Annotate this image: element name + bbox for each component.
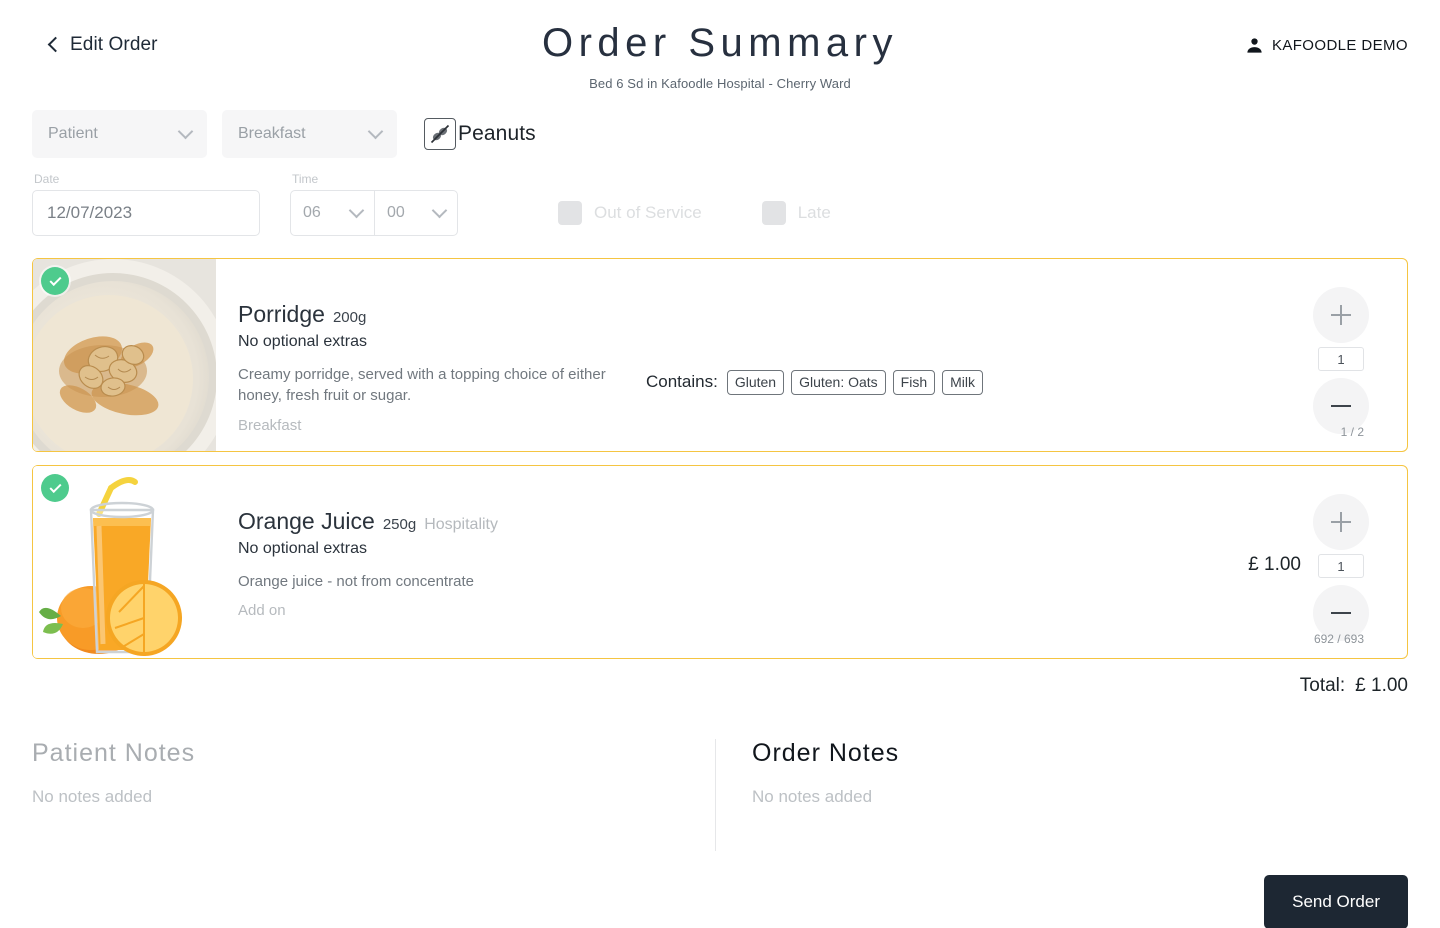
plus-icon [1331, 305, 1351, 325]
item-thumbnail [33, 466, 216, 658]
checkbox-icon [761, 201, 786, 225]
order-notes-empty: No notes added [752, 787, 873, 806]
time-field: Time 06 00 [290, 172, 458, 236]
meal-select-value: Breakfast [238, 125, 306, 142]
patient-notes-title: Patient Notes [32, 739, 196, 767]
time-minutes-select[interactable]: 00 [374, 190, 458, 236]
order-item-card[interactable]: Orange Juice 250g Hospitality No optiona… [32, 465, 1408, 659]
patient-notes-empty: No notes added [32, 787, 153, 806]
order-items-list: Porridge 200g No optional extras Creamy … [0, 258, 1440, 659]
item-tagword: Hospitality [424, 516, 498, 533]
item-description: Orange juice - not from concentrate [238, 573, 474, 590]
item-info: Orange Juice 250g Hospitality No optiona… [216, 466, 646, 658]
late-checkbox[interactable]: Late [761, 201, 831, 225]
title-block: Order Summary Bed 6 Sd in Kafoodle Hospi… [0, 0, 1440, 91]
item-info: Porridge 200g No optional extras Creamy … [216, 259, 646, 451]
item-stock-count: 1 / 2 [1340, 425, 1364, 439]
item-name: Orange Juice [238, 508, 375, 534]
user-account-label: KAFOODLE DEMO [1271, 37, 1408, 54]
out-of-service-label: Out of Service [594, 203, 702, 222]
quantity-input[interactable]: 1 [1318, 554, 1364, 578]
contains-label: Contains: [646, 372, 718, 391]
send-order-row: Send Order [0, 875, 1440, 928]
increase-quantity-button[interactable] [1313, 287, 1369, 343]
date-field-label: Date [34, 172, 60, 186]
item-quantity-controls: 1 1 / 2 [1192, 259, 1407, 451]
item-allergens: Contains: Gluten Gluten: Oats Fish Milk [646, 259, 1192, 451]
check-icon [48, 480, 62, 493]
time-field-label: Time [292, 172, 319, 186]
minus-icon [1331, 612, 1351, 614]
item-selected-check-icon[interactable] [41, 267, 69, 295]
item-thumbnail [33, 259, 216, 451]
item-selected-check-icon[interactable] [41, 474, 69, 502]
time-hours-value: 06 [303, 204, 321, 221]
notes-section: Patient Notes No notes added Order Notes… [0, 739, 1440, 851]
allergen-tag: Milk [942, 369, 984, 395]
item-name-row: Porridge 200g [238, 301, 646, 328]
date-input[interactable]: 12/07/2023 [32, 190, 260, 236]
item-name-row: Orange Juice 250g Hospitality [238, 508, 646, 535]
patient-select-value: Patient [48, 125, 98, 142]
person-icon [1245, 36, 1264, 55]
patient-notes-panel[interactable]: Patient Notes No notes added [32, 739, 715, 851]
item-extras: No optional extras [238, 540, 367, 557]
item-stock-count: 692 / 693 [1313, 632, 1364, 646]
minus-icon [1331, 405, 1351, 407]
order-notes-title: Order Notes [752, 739, 900, 767]
plus-icon [1331, 512, 1351, 532]
filter-row-top: Patient Breakfast Peanuts [32, 110, 1408, 158]
filter-bar: Patient Breakfast Peanuts Date 12/07/202… [0, 110, 1440, 236]
item-allergens [646, 466, 1192, 658]
item-category: Breakfast [238, 416, 302, 434]
user-account-button[interactable]: KAFOODLE DEMO [1245, 36, 1408, 55]
item-quantity-controls: 1 £ 1.00 692 / 693 [1192, 466, 1407, 658]
send-order-button[interactable]: Send Order [1264, 875, 1408, 928]
item-weight: 250g [382, 516, 417, 533]
meal-select[interactable]: Breakfast [222, 110, 397, 158]
filter-row-bottom: Date 12/07/2023 Time 06 00 Out of Servic… [32, 172, 1408, 236]
order-total: Total: £ 1.00 [0, 675, 1440, 697]
chevron-down-icon [348, 202, 365, 219]
item-category: Add on [238, 602, 286, 620]
page-title: Order Summary [542, 21, 898, 65]
page-header: Edit Order Order Summary Bed 6 Sd in Kaf… [0, 0, 1440, 110]
allergen-tag: Gluten: Oats [791, 369, 886, 395]
order-notes-panel[interactable]: Order Notes No notes added [715, 739, 1408, 851]
allergen-tag: Fish [892, 369, 936, 395]
allergen-indicator[interactable]: Peanuts [424, 118, 536, 150]
item-description: Creamy porridge, served with a topping c… [238, 366, 606, 405]
checkbox-icon [558, 201, 582, 225]
chevron-down-icon [431, 202, 448, 219]
late-label: Late [797, 203, 831, 222]
peanut-allergen-icon [424, 118, 456, 150]
item-weight: 200g [332, 309, 367, 326]
time-hours-select[interactable]: 06 [290, 190, 374, 236]
back-button-label: Edit Order [70, 34, 158, 55]
increase-quantity-button[interactable] [1313, 494, 1369, 550]
allergen-tag: Gluten [726, 369, 785, 395]
item-extras: No optional extras [238, 333, 367, 350]
time-minutes-value: 00 [387, 204, 405, 221]
date-input-value: 12/07/2023 [47, 203, 133, 222]
time-input-group: 06 00 [290, 190, 458, 236]
chevron-down-icon [177, 123, 194, 140]
chevron-left-icon [47, 36, 64, 53]
quantity-input[interactable]: 1 [1318, 347, 1364, 371]
page-subtitle: Bed 6 Sd in Kafoodle Hospital - Cherry W… [589, 76, 851, 91]
total-value: £ 1.00 [1355, 675, 1408, 696]
item-price: £ 1.00 [1248, 554, 1301, 575]
back-to-edit-order-button[interactable]: Edit Order [47, 34, 158, 56]
order-item-card[interactable]: Porridge 200g No optional extras Creamy … [32, 258, 1408, 452]
chevron-down-icon [367, 123, 384, 140]
allergen-label: Peanuts [458, 122, 536, 145]
patient-select[interactable]: Patient [32, 110, 207, 158]
check-icon [48, 273, 62, 286]
item-name: Porridge [238, 301, 325, 327]
total-label: Total: [1299, 675, 1346, 696]
date-field: Date 12/07/2023 [32, 172, 260, 236]
out-of-service-checkbox[interactable]: Out of Service [558, 201, 702, 225]
status-checkbox-group: Out of Service Late [558, 201, 831, 236]
